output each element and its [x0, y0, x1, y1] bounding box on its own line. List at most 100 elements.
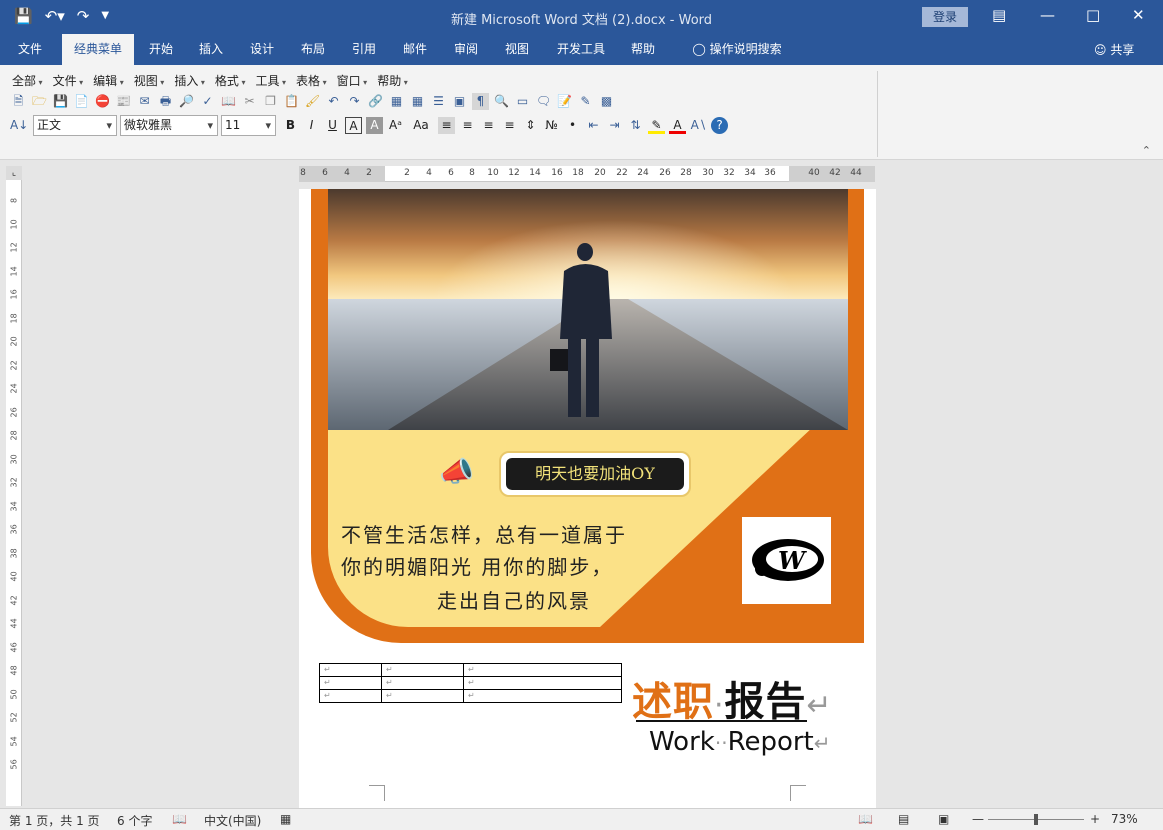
- report-title-en[interactable]: Work··Report↵: [649, 727, 831, 757]
- align-center-icon[interactable]: ≡: [459, 117, 476, 134]
- tab-selector[interactable]: ⌞: [6, 166, 22, 180]
- email-icon[interactable]: ✉: [136, 93, 153, 110]
- text-box-icon[interactable]: ▣: [451, 93, 468, 110]
- style-select[interactable]: 正文: [33, 115, 117, 136]
- menu-table[interactable]: 表格: [296, 72, 327, 89]
- view-icon[interactable]: ▭: [514, 93, 531, 110]
- italic-icon[interactable]: I: [303, 117, 320, 134]
- text-effects-icon[interactable]: Aᵃ: [387, 117, 404, 134]
- zoom-in-button[interactable]: +: [1090, 812, 1100, 826]
- menu-view[interactable]: 视图: [134, 72, 165, 89]
- line-spacing-icon[interactable]: ⇕: [522, 117, 539, 134]
- new-document-icon[interactable]: 🗎: [10, 93, 27, 110]
- print-layout-icon[interactable]: ▤: [898, 812, 909, 826]
- borders-icon[interactable]: ▦: [388, 93, 405, 110]
- show-marks-icon[interactable]: ¶: [472, 93, 489, 110]
- collapse-ribbon-icon[interactable]: ⌃: [1142, 144, 1151, 157]
- document-page[interactable]: 📣 明天也要加油OY 不管生活怎样，总有一道属于 你的明媚阳光 用你的脚步， 走…: [299, 189, 876, 809]
- bullets-icon[interactable]: •: [564, 117, 581, 134]
- tab-help[interactable]: 帮助: [622, 34, 664, 65]
- undo-icon[interactable]: ↶: [325, 93, 342, 110]
- zoom-slider-thumb[interactable]: [1034, 814, 1038, 825]
- tab-home[interactable]: 开始: [140, 34, 182, 65]
- font-size-select[interactable]: 11: [221, 115, 276, 136]
- menu-file[interactable]: 文件: [53, 72, 84, 89]
- minimize-button[interactable]: —: [1040, 6, 1055, 24]
- page-count[interactable]: 第 1 页，共 1 页: [9, 812, 100, 829]
- read-mode-icon[interactable]: 📖: [858, 812, 873, 826]
- columns-icon[interactable]: ☰: [430, 93, 447, 110]
- find-icon[interactable]: 🔍: [493, 93, 510, 110]
- tab-layout[interactable]: 布局: [292, 34, 334, 65]
- empty-table[interactable]: ↵ ↵ ↵ ↵ ↵ ↵ ↵ ↵ ↵: [319, 663, 622, 703]
- zoom-out-button[interactable]: —: [972, 812, 984, 826]
- table-cell[interactable]: ↵: [463, 663, 622, 677]
- table-cell[interactable]: ↵: [463, 689, 622, 703]
- tab-references[interactable]: 引用: [343, 34, 385, 65]
- cut-icon[interactable]: ✂: [241, 93, 258, 110]
- proofing-icon[interactable]: 📖: [172, 812, 187, 826]
- vertical-ruler[interactable]: ⌞ 8 10 12 14 16 18 20 22 24 26 28 30 32 34 36 38 40 42 44 4…: [6, 166, 22, 806]
- tell-me-search[interactable]: ◯ 操作说明搜索: [682, 34, 792, 65]
- bold-icon[interactable]: B: [282, 117, 299, 134]
- format-painter-icon[interactable]: 🖌: [304, 93, 321, 110]
- table-cell[interactable]: ↵: [319, 676, 382, 690]
- decrease-indent-icon[interactable]: ⇤: [585, 117, 602, 134]
- language-indicator[interactable]: 中文(中国): [204, 812, 261, 829]
- shading-char-icon[interactable]: A: [366, 117, 383, 134]
- horizontal-ruler[interactable]: 8 6 4 2 2 4 6 8 10 12 14 16 18 20 22 24 26 28 30 32 34 36 40 42…: [299, 166, 875, 182]
- insert-table-icon[interactable]: ▦: [409, 93, 426, 110]
- word-count[interactable]: 6 个字: [117, 812, 152, 829]
- table-cell[interactable]: ↵: [381, 676, 464, 690]
- track-changes-icon[interactable]: 📝: [556, 93, 573, 110]
- print-preview-icon[interactable]: 🔎: [178, 93, 195, 110]
- tab-insert[interactable]: 插入: [190, 34, 232, 65]
- save-as-icon[interactable]: 📄: [73, 93, 90, 110]
- table-cell[interactable]: ↵: [463, 676, 622, 690]
- numbering-icon[interactable]: №: [543, 117, 560, 134]
- comment-icon[interactable]: 🗨: [535, 93, 552, 110]
- tab-developer[interactable]: 开发工具: [551, 34, 611, 65]
- macro-icon[interactable]: ▦: [280, 812, 291, 826]
- align-left-icon[interactable]: ≡: [438, 117, 455, 134]
- markup-icon[interactable]: ✎: [577, 93, 594, 110]
- permission-icon[interactable]: ⛔: [94, 93, 111, 110]
- copy-icon[interactable]: ❐: [262, 93, 279, 110]
- tab-classic-menu[interactable]: 经典菜单: [62, 34, 134, 65]
- report-title-cn[interactable]: 述职·报告↵: [632, 669, 833, 727]
- logo-image[interactable]: W: [742, 517, 831, 604]
- menu-help[interactable]: 帮助: [377, 72, 408, 89]
- close-button[interactable]: ✕: [1132, 6, 1145, 24]
- menu-format[interactable]: 格式: [215, 72, 246, 89]
- menu-all[interactable]: 全部: [12, 72, 43, 89]
- help-icon[interactable]: ?: [711, 117, 728, 134]
- ribbon-display-options-icon[interactable]: ▤: [992, 6, 1006, 24]
- clear-format-icon[interactable]: A∖: [690, 117, 707, 134]
- open-folder-icon[interactable]: 🗁: [31, 93, 48, 110]
- tab-view[interactable]: 视图: [496, 34, 538, 65]
- login-button[interactable]: 登录: [922, 7, 968, 27]
- justify-icon[interactable]: ≡: [501, 117, 518, 134]
- tab-file[interactable]: 文件: [6, 34, 54, 65]
- table-cell[interactable]: ↵: [381, 663, 464, 677]
- web-layout-icon[interactable]: ▣: [938, 812, 949, 826]
- tab-mailings[interactable]: 邮件: [394, 34, 436, 65]
- share-button[interactable]: ☺ 共享: [1094, 41, 1134, 58]
- highlight-icon[interactable]: ✎: [648, 117, 665, 134]
- font-select[interactable]: 微软雅黑: [120, 115, 218, 136]
- sort-icon[interactable]: ⇅: [627, 117, 644, 134]
- font-color-icon[interactable]: A: [669, 117, 686, 134]
- spelling-icon[interactable]: ✓: [199, 93, 216, 110]
- print-icon[interactable]: 🖶: [157, 93, 174, 110]
- zoom-level[interactable]: 73%: [1111, 812, 1138, 826]
- share-doc-icon[interactable]: 📰: [115, 93, 132, 110]
- save-icon[interactable]: 💾: [52, 93, 69, 110]
- menu-window[interactable]: 窗口: [337, 72, 368, 89]
- table-cell[interactable]: ↵: [381, 689, 464, 703]
- table-cell[interactable]: ↵: [319, 663, 382, 677]
- paste-icon[interactable]: 📋: [283, 93, 300, 110]
- styles-pane-icon[interactable]: A↓: [10, 117, 28, 134]
- maximize-button[interactable]: □: [1086, 6, 1100, 24]
- change-case-icon[interactable]: Aa: [408, 117, 434, 134]
- redo-icon[interactable]: ↷: [346, 93, 363, 110]
